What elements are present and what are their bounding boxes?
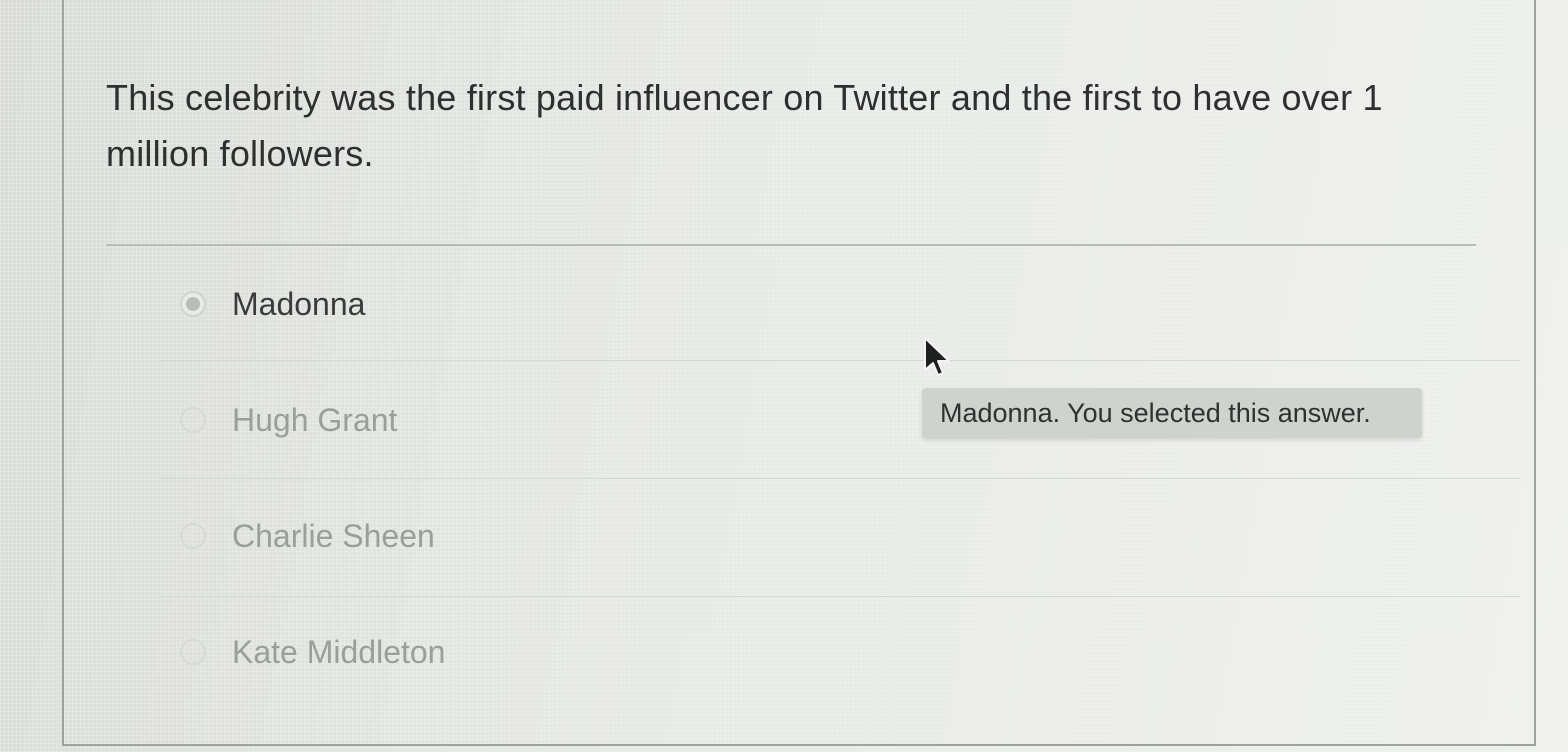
option-charlie-sheen[interactable]: Charlie Sheen [180, 514, 435, 558]
option-label: Hugh Grant [232, 401, 398, 438]
answer-tooltip: Madonna. You selected this answer. [922, 388, 1422, 438]
arrow-pointer-icon [924, 337, 950, 376]
radio-unchecked-icon[interactable] [180, 639, 206, 665]
radio-unchecked-icon[interactable] [180, 407, 206, 433]
option-kate-middleton[interactable]: Kate Middleton [180, 630, 445, 674]
option-divider [160, 360, 1520, 361]
question-text: This celebrity was the first paid influe… [106, 77, 1383, 174]
option-hugh-grant[interactable]: Hugh Grant [180, 398, 397, 442]
option-label: Charlie Sheen [232, 517, 435, 554]
radio-checked-icon[interactable] [180, 291, 206, 317]
question-divider [106, 244, 1476, 246]
option-label: Madonna [232, 285, 366, 322]
option-label: Kate Middleton [232, 633, 446, 670]
option-divider [160, 596, 1520, 597]
tooltip-text: Madonna. You selected this answer. [940, 397, 1371, 428]
option-madonna[interactable]: Madonna [180, 282, 365, 326]
option-divider [160, 478, 1520, 479]
radio-unchecked-icon[interactable] [180, 523, 206, 549]
